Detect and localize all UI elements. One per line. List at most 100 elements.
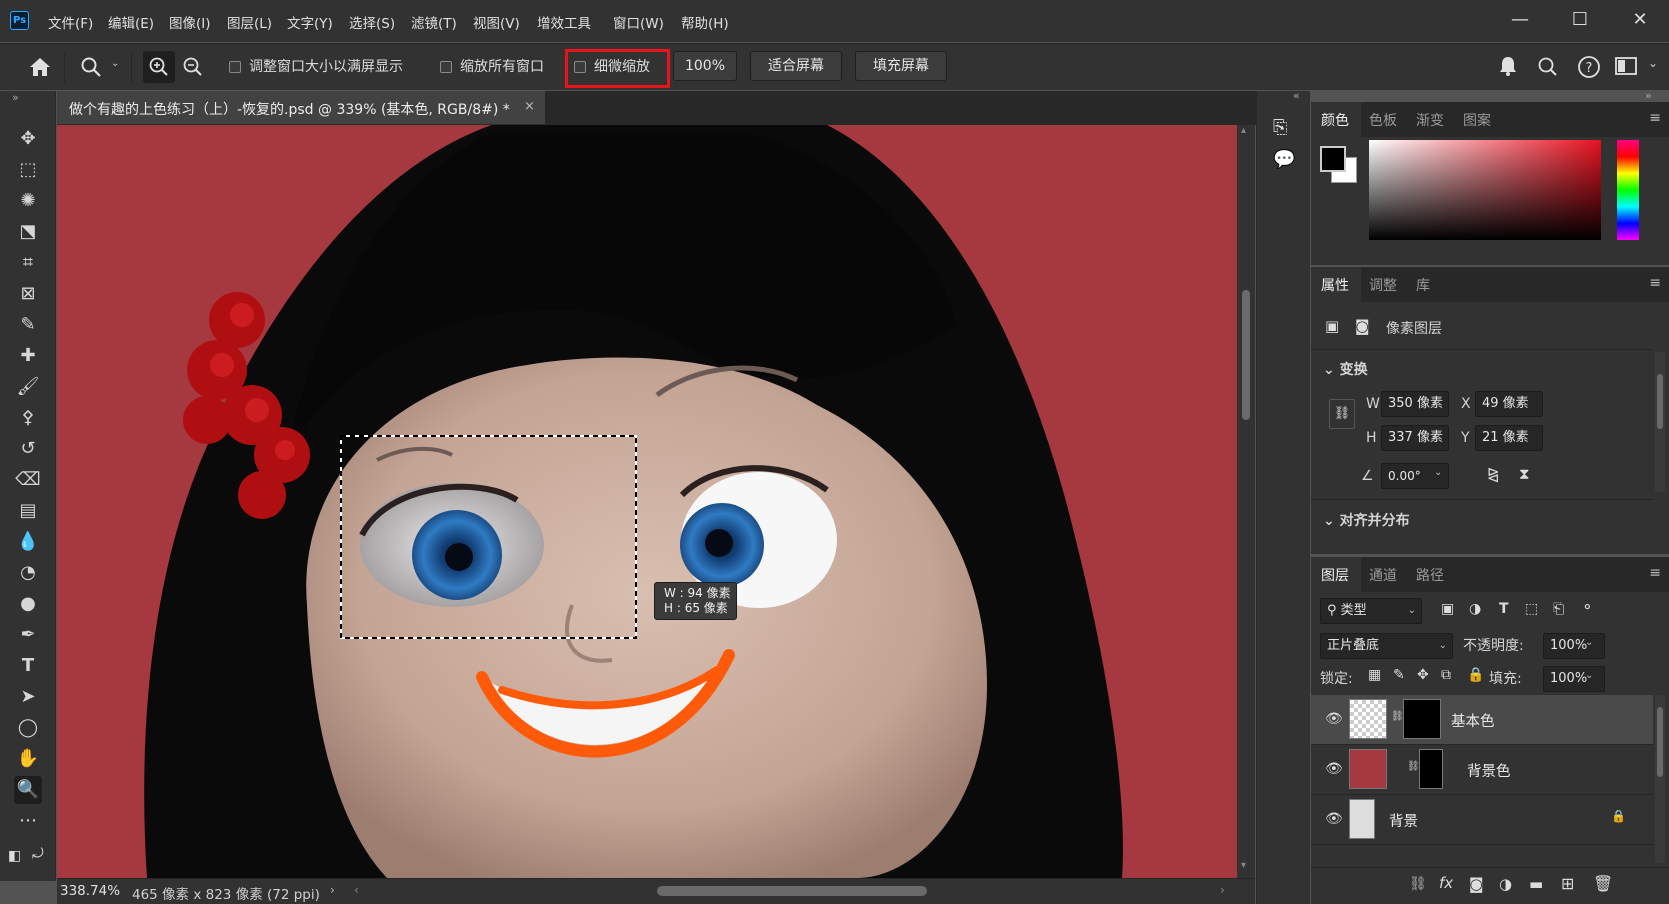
- eraser-tool-icon[interactable]: ⌫: [14, 466, 42, 494]
- delete-layer-icon[interactable]: 🗑: [1593, 874, 1613, 893]
- mask-link-icon[interactable]: ⛓: [1391, 711, 1404, 722]
- scroll-left-icon[interactable]: ‹: [354, 883, 359, 897]
- menu-window[interactable]: 窗口(W): [613, 12, 664, 32]
- lock-all-icon[interactable]: 🔒: [1467, 667, 1484, 683]
- help-icon[interactable]: ?: [1577, 55, 1601, 79]
- layers-scroll-thumb[interactable]: [1657, 707, 1663, 777]
- sponge-tool-icon[interactable]: ●: [14, 590, 42, 618]
- layer-name[interactable]: 背景: [1389, 810, 1418, 831]
- panel-menu-icon[interactable]: ≡: [1649, 275, 1661, 291]
- zoom-tool-preset-icon[interactable]: [80, 56, 104, 78]
- tab-libraries[interactable]: 库: [1416, 275, 1430, 295]
- maximize-button[interactable]: ☐: [1560, 6, 1600, 34]
- document-canvas[interactable]: W : 94 像素 H : 65 像素: [57, 125, 1237, 878]
- properties-scrollbar[interactable]: [1655, 352, 1665, 492]
- layers-scrollbar[interactable]: [1655, 695, 1665, 863]
- comments-panel-icon[interactable]: 💬: [1273, 149, 1295, 170]
- new-layer-icon[interactable]: ⊞: [1561, 874, 1574, 893]
- tab-patterns[interactable]: 图案: [1463, 110, 1491, 130]
- link-dimensions-icon[interactable]: ⛓: [1329, 399, 1355, 429]
- layer-mask-thumbnail[interactable]: [1419, 749, 1443, 789]
- zoom-out-icon[interactable]: [182, 56, 204, 78]
- horizontal-scroll-thumb[interactable]: [657, 886, 927, 896]
- scroll-down-icon[interactable]: ▾: [1241, 860, 1246, 871]
- filter-pixel-icon[interactable]: ▣: [1441, 601, 1454, 617]
- hand-tool-icon[interactable]: ✋: [14, 745, 42, 773]
- lock-transparency-icon[interactable]: ▦: [1368, 667, 1381, 683]
- chevron-down-icon[interactable]: ⌄: [111, 58, 119, 69]
- filter-toggle-icon[interactable]: ⚬: [1581, 598, 1594, 616]
- flip-vertical-icon[interactable]: ⧗: [1519, 465, 1530, 483]
- lock-position-icon[interactable]: ✥: [1417, 667, 1429, 683]
- layer-row[interactable]: 👁 背景 🔒: [1311, 795, 1653, 845]
- document-tab[interactable]: 做个有趣的上色练习（上）-恢复的.psd @ 339% (基本色, RGB/8#…: [57, 91, 545, 125]
- x-input[interactable]: 49 像素: [1475, 391, 1543, 417]
- layer-mask-thumbnail[interactable]: [1403, 699, 1441, 739]
- hue-slider[interactable]: [1617, 140, 1639, 240]
- collapse-chevron-icon[interactable]: »: [12, 91, 19, 104]
- filter-adjustment-icon[interactable]: ◑: [1469, 601, 1481, 617]
- healing-brush-tool-icon[interactable]: ✚: [14, 342, 42, 370]
- chevron-down-icon[interactable]: ⌄: [1648, 56, 1658, 70]
- collapse-chevron-icon[interactable]: »: [1645, 89, 1652, 102]
- transform-section-toggle[interactable]: ⌄ 变换: [1323, 359, 1368, 379]
- dodge-tool-icon[interactable]: ◔: [14, 559, 42, 587]
- y-input[interactable]: 21 像素: [1475, 425, 1543, 451]
- rectangular-marquee-tool-icon[interactable]: ⬚: [14, 156, 42, 184]
- tab-color[interactable]: 颜色: [1321, 110, 1349, 130]
- new-group-icon[interactable]: ▬: [1529, 875, 1543, 893]
- type-tool-icon[interactable]: T: [14, 652, 42, 680]
- close-window-button[interactable]: ✕: [1620, 6, 1660, 34]
- more-tools-icon[interactable]: ⋯: [14, 807, 42, 835]
- close-tab-icon[interactable]: ×: [524, 99, 535, 114]
- bell-icon[interactable]: [1498, 55, 1518, 77]
- chevron-down-icon[interactable]: ⌄: [1434, 467, 1442, 478]
- zoom-100-button[interactable]: 100%: [673, 51, 737, 81]
- zoom-level[interactable]: 338.74%: [60, 883, 120, 899]
- frame-tool-icon[interactable]: ⊠: [14, 280, 42, 308]
- height-input[interactable]: 337 像素: [1381, 425, 1449, 451]
- quick-selection-tool-icon[interactable]: ✺: [14, 187, 42, 215]
- filter-type-icon[interactable]: T: [1499, 601, 1509, 617]
- ellipse-tool-icon[interactable]: ◯: [14, 714, 42, 742]
- vertical-scroll-thumb[interactable]: [1242, 290, 1250, 420]
- visibility-eye-icon[interactable]: 👁: [1325, 711, 1343, 727]
- opacity-input[interactable]: 100%: [1543, 633, 1605, 659]
- tab-gradients[interactable]: 渐变: [1416, 110, 1444, 130]
- eyedropper-tool-icon[interactable]: ✎: [14, 311, 42, 339]
- status-menu-chevron-icon[interactable]: ›: [330, 883, 335, 897]
- home-icon[interactable]: [28, 56, 52, 78]
- tab-channels[interactable]: 通道: [1369, 565, 1397, 585]
- collapse-chevron-icon[interactable]: «: [1293, 89, 1300, 102]
- chevron-down-icon[interactable]: ⌄: [1585, 670, 1593, 681]
- lock-artboard-icon[interactable]: ⧉: [1441, 667, 1451, 683]
- filter-smart-object-icon[interactable]: ⎗: [1553, 601, 1564, 617]
- menu-filter[interactable]: 滤镜(T): [411, 12, 457, 32]
- panel-menu-icon[interactable]: ≡: [1649, 110, 1661, 126]
- scrubby-zoom-checkbox[interactable]: [574, 61, 586, 73]
- menu-file[interactable]: 文件(F): [48, 12, 93, 32]
- minimize-button[interactable]: —: [1500, 6, 1540, 34]
- menu-plugins[interactable]: 增效工具: [537, 12, 591, 32]
- resize-windows-checkbox[interactable]: [229, 61, 241, 73]
- gradient-tool-icon[interactable]: ▤: [14, 497, 42, 525]
- adjustment-layer-icon[interactable]: ◑: [1499, 875, 1512, 893]
- layer-style-fx-icon[interactable]: fx: [1439, 874, 1453, 892]
- align-section-toggle[interactable]: ⌄ 对齐并分布: [1323, 510, 1410, 530]
- color-field[interactable]: [1369, 140, 1601, 240]
- link-layers-icon[interactable]: ⛓: [1409, 876, 1427, 892]
- chevron-down-icon[interactable]: ⌄: [1585, 637, 1593, 648]
- tab-swatches[interactable]: 色板: [1369, 110, 1397, 130]
- add-mask-icon[interactable]: ◙: [1469, 875, 1484, 893]
- clone-stamp-tool-icon[interactable]: ⚴: [14, 404, 42, 432]
- tab-layers[interactable]: 图层: [1321, 565, 1349, 585]
- width-input[interactable]: 350 像素: [1381, 391, 1449, 417]
- menu-view[interactable]: 视图(V): [473, 12, 520, 32]
- layer-name[interactable]: 背景色: [1467, 760, 1511, 781]
- zoom-in-button[interactable]: [143, 51, 175, 83]
- vertical-scrollbar[interactable]: ▴ ▾: [1237, 125, 1255, 878]
- brush-tool-icon[interactable]: 🖌: [14, 373, 42, 401]
- menu-edit[interactable]: 编辑(E): [108, 12, 154, 32]
- search-icon[interactable]: [1537, 56, 1559, 78]
- swap-colors-icon[interactable]: ⤾: [32, 846, 44, 862]
